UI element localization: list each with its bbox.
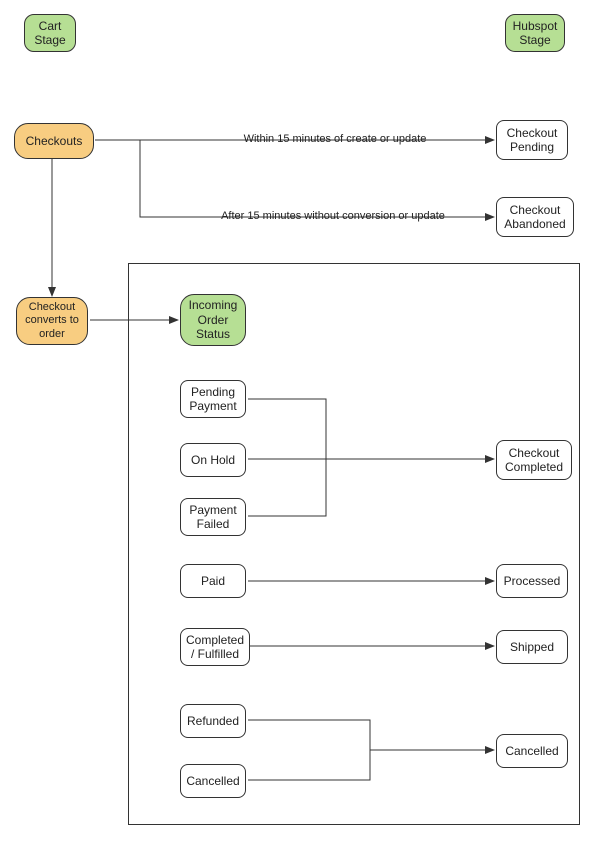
node-label: Shipped	[510, 640, 554, 654]
node-checkouts: Checkouts	[14, 123, 94, 159]
node-checkout-abandoned: CheckoutAbandoned	[496, 197, 574, 237]
node-label: Cancelled	[505, 744, 558, 758]
node-label: CheckoutPending	[507, 126, 558, 155]
node-incoming-order-status: IncomingOrderStatus	[180, 294, 246, 346]
node-label: Checkouts	[26, 134, 83, 148]
node-cancelled-status: Cancelled	[180, 764, 246, 798]
node-checkout-pending: CheckoutPending	[496, 120, 568, 160]
node-label: IncomingOrderStatus	[189, 298, 238, 341]
node-label: Paid	[201, 574, 225, 588]
header-label: HubspotStage	[513, 19, 558, 48]
header-hubspot-stage: HubspotStage	[505, 14, 565, 52]
node-label: CheckoutCompleted	[505, 446, 563, 475]
node-pending-payment: PendingPayment	[180, 380, 246, 418]
header-label: CartStage	[34, 19, 65, 48]
edge-label-within-15: Within 15 minutes of create or update	[195, 133, 475, 145]
node-cancelled-hubspot: Cancelled	[496, 734, 568, 768]
node-on-hold: On Hold	[180, 443, 246, 477]
edge-label-after-15: After 15 minutes without conversion or u…	[178, 210, 488, 222]
node-label: PaymentFailed	[189, 503, 236, 532]
node-checkout-completed: CheckoutCompleted	[496, 440, 572, 480]
node-label: Checkoutconverts toorder	[25, 301, 79, 341]
node-shipped: Shipped	[496, 630, 568, 664]
node-refunded: Refunded	[180, 704, 246, 738]
node-label: CheckoutAbandoned	[504, 203, 565, 232]
header-cart-stage: CartStage	[24, 14, 76, 52]
node-label: On Hold	[191, 453, 235, 467]
node-paid: Paid	[180, 564, 246, 598]
node-completed-fulfilled: Completed/ Fulfilled	[180, 628, 250, 666]
node-processed: Processed	[496, 564, 568, 598]
node-payment-failed: PaymentFailed	[180, 498, 246, 536]
node-label: Processed	[504, 574, 561, 588]
node-label: Cancelled	[186, 774, 239, 788]
node-label: PendingPayment	[189, 385, 236, 414]
node-checkout-converts: Checkoutconverts toorder	[16, 297, 88, 345]
node-label: Refunded	[187, 714, 239, 728]
node-label: Completed/ Fulfilled	[186, 633, 244, 662]
diagram-canvas: CartStage HubspotStage Checkouts Within …	[0, 0, 600, 845]
